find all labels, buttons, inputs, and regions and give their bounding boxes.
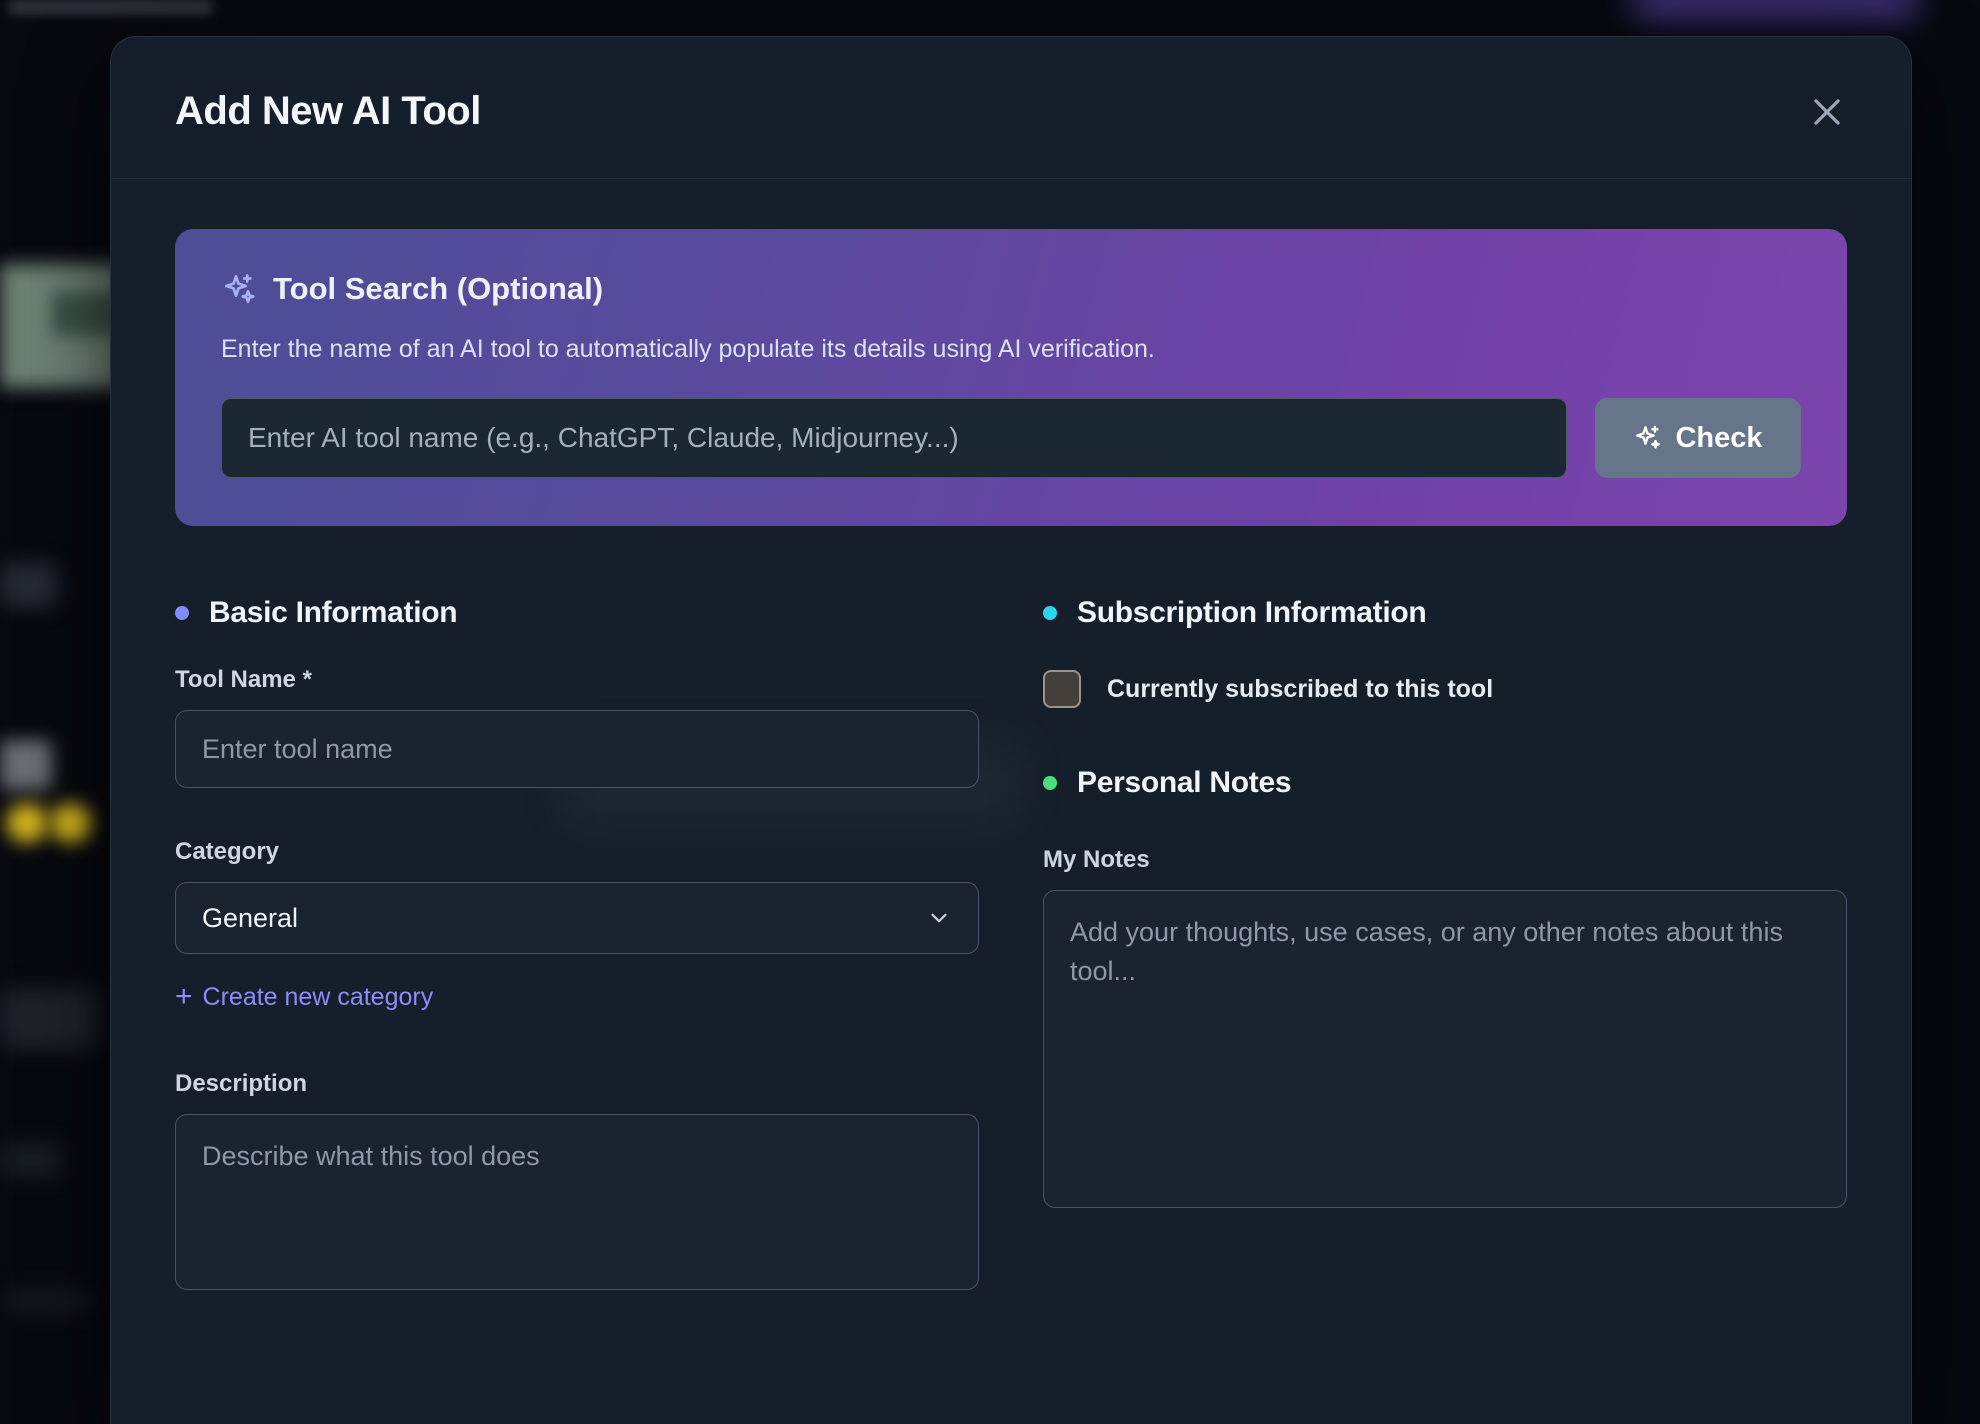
create-new-category-link[interactable]: + Create new category: [175, 982, 979, 1012]
subscribed-checkbox-label: Currently subscribed to this tool: [1107, 675, 1493, 704]
section-bullet: [175, 606, 189, 620]
basic-information-column: Basic Information Tool Name * Category G…: [175, 596, 979, 1290]
category-selected-value: General: [202, 903, 298, 934]
my-notes-label: My Notes: [1043, 846, 1847, 874]
sparkles-icon: [1633, 423, 1663, 453]
category-label: Category: [175, 838, 979, 866]
dialog-body: Tool Search (Optional) Enter the name of…: [111, 179, 1911, 1290]
blurred-star-icon: [50, 803, 92, 843]
x-icon: [1808, 93, 1846, 131]
form-grid: Basic Information Tool Name * Category G…: [175, 596, 1847, 1290]
description-textarea[interactable]: [175, 1114, 979, 1290]
subscription-information-title: Subscription Information: [1077, 596, 1426, 630]
tool-search-title: Tool Search (Optional): [273, 271, 603, 307]
dialog-title: Add New AI Tool: [175, 89, 481, 134]
blurred-topbar-text: [8, 0, 213, 14]
check-button[interactable]: Check: [1595, 398, 1801, 478]
check-button-label: Check: [1675, 422, 1762, 455]
tool-search-panel: Tool Search (Optional) Enter the name of…: [175, 229, 1847, 526]
subscribed-checkbox[interactable]: [1043, 670, 1081, 708]
chevron-down-icon: [926, 905, 952, 931]
plus-icon: +: [175, 982, 193, 1012]
create-new-category-label: Create new category: [203, 983, 434, 1012]
tool-name-input[interactable]: [175, 710, 979, 788]
description-label: Description: [175, 1070, 979, 1098]
blurred-card-text: [0, 988, 98, 1050]
blurred-star-icon: [6, 803, 48, 843]
blurred-card-title: [0, 740, 52, 790]
tool-search-description: Enter the name of an AI tool to automati…: [221, 335, 1801, 364]
close-button[interactable]: [1805, 90, 1849, 134]
add-new-ai-tool-dialog: Add New AI Tool Tool Search (Optional) E…: [110, 36, 1912, 1424]
subscription-notes-column: Subscription Information Currently subsc…: [1043, 596, 1847, 1290]
blurred-card-text: [0, 1142, 62, 1178]
section-bullet: [1043, 776, 1057, 790]
personal-notes-heading: Personal Notes: [1043, 766, 1847, 800]
my-notes-textarea[interactable]: [1043, 890, 1847, 1208]
tool-name-label: Tool Name *: [175, 666, 979, 694]
blurred-purple-button: [1630, 0, 1920, 18]
tool-search-row: Check: [221, 398, 1801, 478]
blurred-green-banner: [0, 264, 124, 388]
basic-information-heading: Basic Information: [175, 596, 979, 630]
subscription-information-heading: Subscription Information: [1043, 596, 1847, 630]
personal-notes-title: Personal Notes: [1077, 766, 1291, 800]
basic-information-title: Basic Information: [209, 596, 457, 630]
category-select[interactable]: General: [175, 882, 979, 954]
blurred-background-text: [0, 562, 58, 608]
subscribed-checkbox-row: Currently subscribed to this tool: [1043, 670, 1847, 708]
blurred-card-text: [4, 1288, 88, 1314]
sparkles-icon: [221, 271, 257, 307]
ai-tool-search-input[interactable]: [221, 398, 1567, 478]
section-bullet: [1043, 606, 1057, 620]
tool-search-header: Tool Search (Optional): [221, 271, 1801, 307]
dialog-header: Add New AI Tool: [111, 37, 1911, 179]
